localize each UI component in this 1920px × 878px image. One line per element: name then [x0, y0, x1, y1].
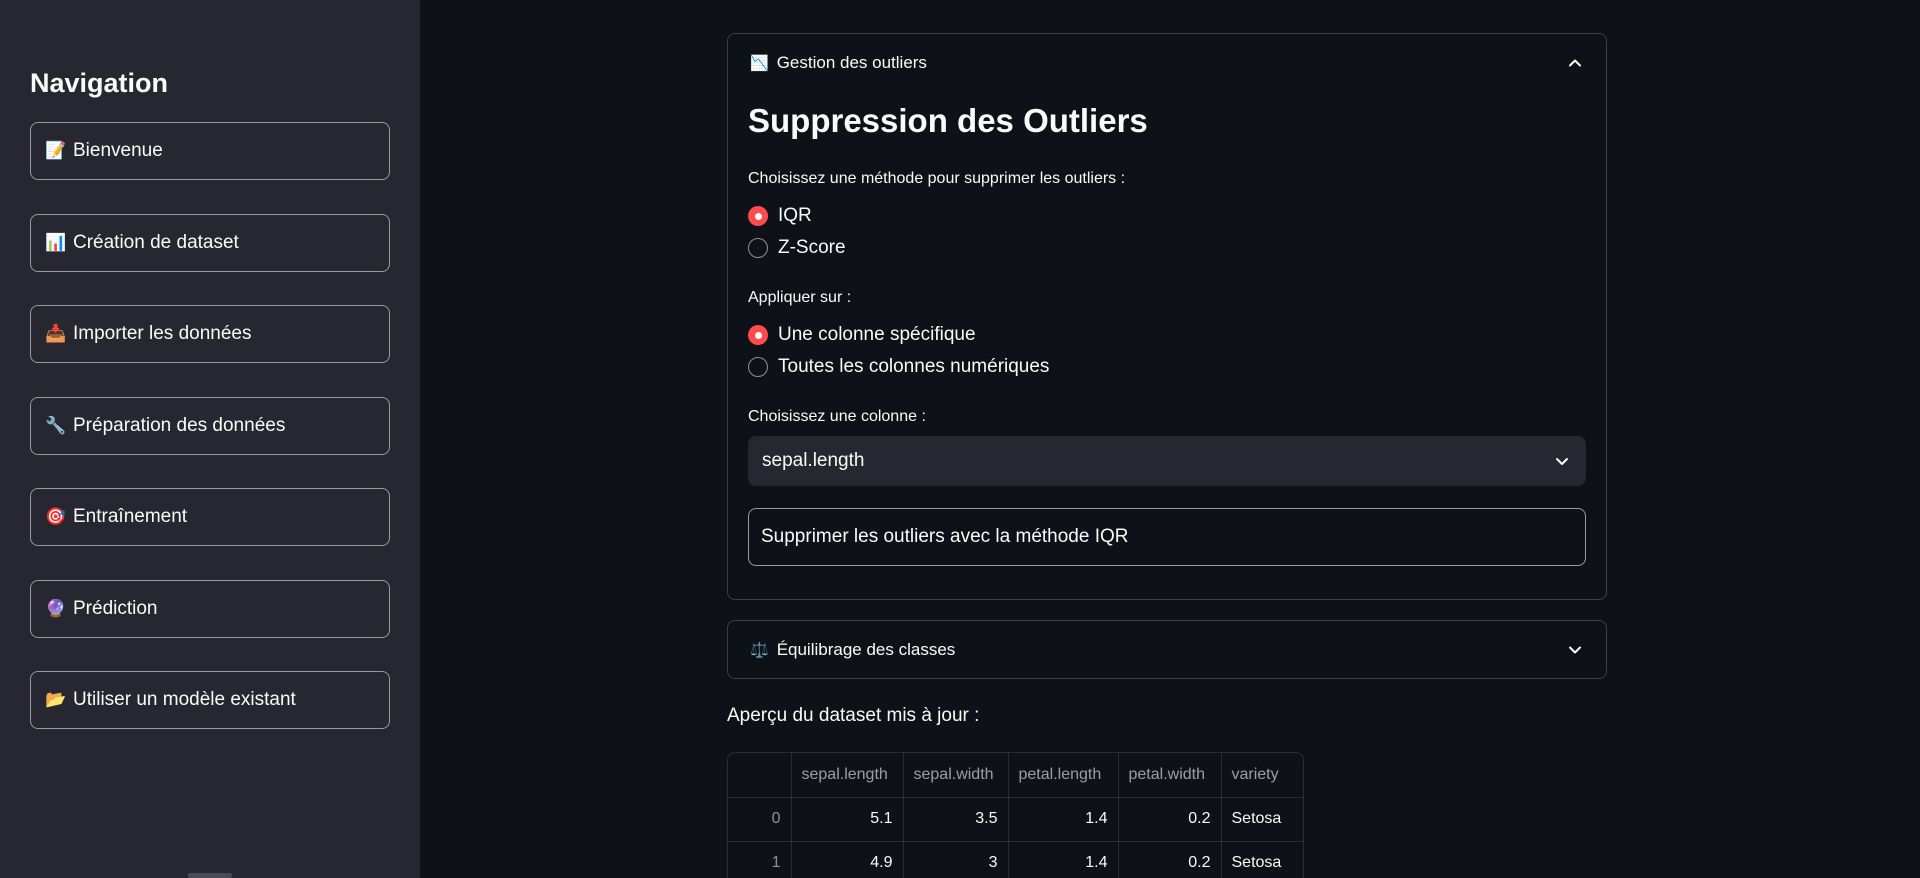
- radio-method-iqr[interactable]: IQR: [748, 205, 812, 227]
- chevron-down-icon: [1556, 458, 1568, 465]
- chevron-up-icon[interactable]: [1568, 56, 1582, 70]
- row-index: 1: [728, 841, 792, 878]
- outliers-expander: 📉 Gestion des outliers Suppression des O…: [727, 33, 1607, 600]
- nav-button-bienvenue[interactable]: 📝 Bienvenue: [30, 122, 390, 180]
- radio-unselected-icon: [748, 357, 768, 377]
- apply-label: Appliquer sur :: [748, 289, 852, 306]
- radio-label: Une colonne spécifique: [778, 324, 976, 345]
- column-header[interactable]: petal.width: [1118, 753, 1222, 798]
- table-cell[interactable]: Setosa: [1221, 797, 1303, 842]
- chart-decreasing-icon: 📉: [750, 55, 769, 72]
- radio-label: Toutes les colonnes numériques: [778, 356, 1050, 377]
- column-header-index[interactable]: [728, 753, 792, 798]
- table-cell[interactable]: 0.2: [1118, 797, 1222, 842]
- nav-button-label: Bienvenue: [73, 140, 163, 161]
- column-select[interactable]: sepal.length: [748, 436, 1586, 486]
- radio-method-zscore[interactable]: Z-Score: [748, 237, 846, 259]
- outliers-expander-title: Gestion des outliers: [776, 53, 927, 72]
- nav-button-label: Importer les données: [73, 323, 252, 344]
- table-cell[interactable]: 1.4: [1008, 797, 1119, 842]
- nav-button-importer-donnees[interactable]: 📥 Importer les données: [30, 305, 390, 363]
- column-label: Choisissez une colonne :: [748, 408, 926, 425]
- nav-button-prediction[interactable]: 🔮 Prédiction: [30, 580, 390, 638]
- sidebar-scrollbar[interactable]: [188, 873, 232, 878]
- nav-button-label: Préparation des données: [73, 415, 286, 436]
- wrench-icon: 🔧: [45, 416, 67, 435]
- column-header[interactable]: variety: [1221, 753, 1303, 798]
- nav-button-preparation-donnees[interactable]: 🔧 Préparation des données: [30, 397, 390, 455]
- remove-outliers-button[interactable]: Supprimer les outliers avec la méthode I…: [748, 508, 1586, 566]
- outliers-expander-header[interactable]: 📉 Gestion des outliers: [728, 34, 1606, 92]
- row-index: 0: [728, 797, 792, 842]
- table-cell[interactable]: 5.1: [791, 797, 904, 842]
- nav-button-creation-dataset[interactable]: 📊 Création de dataset: [30, 214, 390, 272]
- table-cell[interactable]: 3: [903, 841, 1009, 878]
- nav-button-label: Prédiction: [73, 598, 158, 619]
- balance-scale-icon: ⚖️: [750, 642, 769, 659]
- nav-button-modele-existant[interactable]: 📂 Utiliser un modèle existant: [30, 671, 390, 729]
- table-cell[interactable]: 0.2: [1118, 841, 1222, 878]
- dataset-preview-table: sepal.length sepal.width petal.length pe…: [727, 752, 1304, 878]
- balancing-expander-title: Équilibrage des classes: [776, 640, 956, 659]
- memo-icon: 📝: [45, 141, 67, 160]
- table-row: 1 4.9 3 1.4 0.2 Setosa: [728, 841, 1303, 878]
- crystal-ball-icon: 🔮: [45, 599, 67, 618]
- nav-button-label: Création de dataset: [73, 232, 239, 253]
- table-cell[interactable]: 4.9: [791, 841, 904, 878]
- nav-button-entrainement[interactable]: 🎯 Entraînement: [30, 488, 390, 546]
- table-cell[interactable]: 1.4: [1008, 841, 1119, 878]
- radio-label: Z-Score: [778, 237, 846, 258]
- nav-button-label: Entraînement: [73, 506, 188, 527]
- table-row: 0 5.1 3.5 1.4 0.2 Setosa: [728, 797, 1303, 842]
- table-header-row: sepal.length sepal.width petal.length pe…: [728, 753, 1303, 798]
- table-cell[interactable]: 3.5: [903, 797, 1009, 842]
- column-header[interactable]: sepal.length: [791, 753, 904, 798]
- column-header[interactable]: sepal.width: [903, 753, 1009, 798]
- radio-label: IQR: [778, 205, 812, 226]
- bar-chart-icon: 📊: [45, 233, 67, 252]
- sidebar-title: Navigation: [30, 68, 169, 98]
- column-header[interactable]: petal.length: [1008, 753, 1119, 798]
- radio-selected-icon: [748, 206, 768, 226]
- sidebar: Navigation 📝 Bienvenue 📊 Création de dat…: [0, 0, 420, 878]
- balancing-expander: ⚖️ Équilibrage des classes: [727, 620, 1607, 679]
- section-title: Suppression des Outliers: [748, 102, 1148, 139]
- chevron-down-icon[interactable]: [1568, 643, 1582, 657]
- column-select-value: sepal.length: [762, 450, 865, 471]
- preview-label: Aperçu du dataset mis à jour :: [727, 705, 980, 726]
- folder-icon: 📂: [45, 690, 67, 709]
- radio-apply-single-column[interactable]: Une colonne spécifique: [748, 324, 976, 346]
- radio-selected-icon: [748, 325, 768, 345]
- radio-apply-all-numeric[interactable]: Toutes les colonnes numériques: [748, 356, 1049, 378]
- nav-button-label: Utiliser un modèle existant: [73, 689, 296, 710]
- inbox-tray-icon: 📥: [45, 324, 67, 343]
- table-cell[interactable]: Setosa: [1221, 841, 1303, 878]
- method-label: Choisissez une méthode pour supprimer le…: [748, 170, 1126, 187]
- radio-unselected-icon: [748, 238, 768, 258]
- balancing-expander-header[interactable]: ⚖️ Équilibrage des classes: [728, 621, 1606, 679]
- target-icon: 🎯: [45, 507, 67, 526]
